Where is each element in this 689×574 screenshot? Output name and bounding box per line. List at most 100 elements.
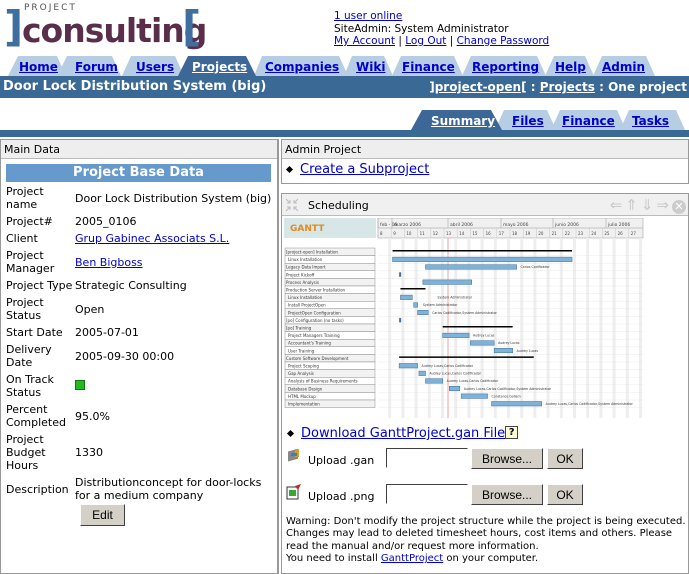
field-project-number: Project# 2005_0106 [6,215,277,228]
upload-gan-browse-button[interactable]: Browse... [471,448,543,469]
upload-png-file-input[interactable] [386,484,468,504]
field-label: Delivery Date [6,343,52,369]
client-link[interactable]: Grup Gabinec Associats S.L. [75,232,229,245]
field-label: Project name [6,185,44,211]
nav-tab-home[interactable]: Home [19,60,58,74]
subtab-bar [0,130,689,137]
nav-tab-wiki[interactable]: Wiki [356,60,385,74]
gantt-task-label: Gap Analysis [288,371,314,376]
upload-gan-file-input[interactable] [386,448,468,468]
gantt-week-label: 27 [631,231,637,236]
gantt-week-label: 16 [486,231,492,236]
gantt-resource-label: Audrey Lucas,Carlos Codificador,System A… [546,402,634,406]
gantt-task-label: Accountant's Training [288,341,331,346]
gantt-milestone [399,317,402,323]
gantt-resource-label: Audrey Lucas [517,349,539,353]
gantt-resource-label: Carlos Codificador,System Administrator [432,311,497,315]
move-down-icon[interactable]: ⇓ [641,196,657,214]
field-project-name: Project name Door Lock Distribution Syst… [6,185,277,211]
install-note: You need to install GanttProject on your… [286,553,686,565]
field-budget-hours: Project Budget Hours 1330 [6,433,277,472]
gantt-task-label: Custom Software Development [286,356,349,361]
warning-text: Warning: Don't modify the project struct… [286,516,686,566]
gantt-task-bar [460,393,488,399]
breadcrumb-projects-link[interactable]: Projects [540,80,595,94]
breadcrumb-separator: : [594,80,609,94]
gantt-resource-label: Audrey Lucas [473,334,495,338]
gantt-task-label: Project Managers Training [288,333,340,338]
minimize-icon[interactable] [285,198,299,212]
field-value: Door Lock Distribution System (big) [75,191,272,205]
gantt-week-label: 10 [406,231,412,236]
field-value: 1330 [75,446,103,459]
gantt-week-label: 19 [525,231,531,236]
gantt-task-label: Database Design [288,386,323,391]
nav-tab-projects[interactable]: Projects [192,60,247,74]
gantt-task-bar [425,264,517,270]
gantt-task-bar [491,401,542,407]
subtab-summary[interactable]: Summary [431,114,495,128]
gantt-task-bar [442,332,470,338]
ganttproject-link[interactable]: GanttProject [381,553,443,564]
field-project-status: Project Status Open [6,296,277,322]
bullet-icon [285,165,294,174]
upload-gan-ok-button[interactable]: OK [547,448,583,469]
subtab-files[interactable]: Files [512,114,544,128]
gantt-task-label: Project Kickoff [286,272,315,277]
download-gan-link[interactable]: Download GanttProject.gan File [301,426,505,441]
gantt-month-label: mayo 2006 [503,222,529,228]
user-info: 1 user online SiteAdmin: System Administ… [334,10,549,48]
gantt-task-label: Project Scoping [288,364,319,369]
edit-button[interactable]: Edit [80,504,125,526]
logout-link[interactable]: Log Out [405,35,446,47]
subtab-finance[interactable]: Finance [562,114,615,128]
gantt-weekend-column [414,238,418,418]
gantt-file-icon [288,448,299,462]
gantt-weekend-column [401,238,405,418]
admin-project-header: Admin Project [282,140,688,159]
subtab-tasks[interactable]: Tasks [632,114,669,128]
close-icon[interactable]: ✕ [672,200,686,214]
move-left-icon[interactable]: ⇐ [610,196,626,214]
nav-tab-reporting[interactable]: Reporting [472,60,539,74]
upload-png-browse-button[interactable]: Browse... [471,484,543,505]
gantt-task-label: Linux Installation [288,295,323,300]
gantt-task-label: Linux Installation [288,257,323,262]
nav-tab-companies[interactable]: Companies [265,60,339,74]
upload-gan-label: Upload .gan [308,454,375,467]
gantt-task-label: ProjectOpen Configuration [288,310,341,315]
move-right-icon[interactable]: ⇒ [656,196,672,214]
nav-tab-forum[interactable]: Forum [75,60,118,74]
field-value: Strategic Consulting [75,279,187,292]
field-label: Project# [6,215,53,228]
breadcrumb: ]project-open[ : Projects : One project [429,80,687,94]
project-manager-link[interactable]: Ben Bigboss [75,256,143,269]
field-label: Project Manager [6,249,55,275]
gantt-weekend-column [586,238,590,418]
upload-png-ok-button[interactable]: OK [547,484,583,505]
nav-tab-admin[interactable]: Admin [602,60,645,74]
field-label: Project Type [6,279,73,292]
field-client: Client Grup Gabinec Associats S.L. [6,232,277,245]
move-up-icon[interactable]: ⇑ [625,196,641,214]
separator: | [395,35,406,47]
project-subtabs: Summary Files Finance Tasks [0,110,689,130]
field-label: On Track Status [6,373,54,399]
gantt-weekend-column [625,238,629,418]
nav-tab-help[interactable]: Help [555,60,586,74]
gantt-weekend-column [599,238,603,418]
gantt-week-label: 14 [459,231,465,236]
breadcrumb-home-link[interactable]: ]project-open[ [429,80,526,94]
my-account-link[interactable]: My Account [334,35,395,47]
install-text: You need to install [286,553,381,565]
warning-line: Changes may lead to deleted timesheet ho… [286,528,673,540]
gantt-summary-bar [442,326,513,328]
create-subproject-link[interactable]: Create a Subproject [300,162,429,177]
users-online-link[interactable]: 1 user online [334,10,402,22]
change-password-link[interactable]: Change Password [457,35,550,47]
gantt-week-label: 25 [604,231,610,236]
nav-tab-finance[interactable]: Finance [402,60,455,74]
gantt-task-label: Legacy Data Import [286,265,326,270]
nav-tab-users[interactable]: Users [136,60,174,74]
help-icon[interactable]: ? [505,426,519,439]
